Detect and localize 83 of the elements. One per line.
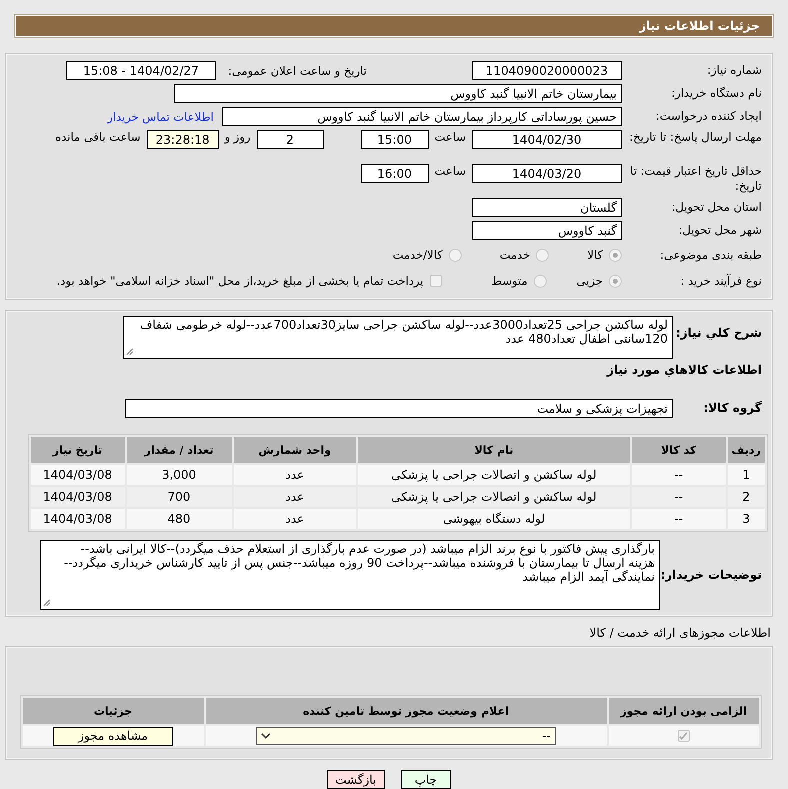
- buyer-contact-link[interactable]: اطلاعات تماس خریدار: [107, 110, 214, 124]
- column-header: کد کالا: [632, 437, 726, 463]
- table-cell: --: [632, 509, 726, 529]
- radio-label: کالا: [587, 248, 603, 262]
- table-cell: 1: [728, 465, 765, 485]
- section-title: اطلاعات کالاهاي مورد نياز: [606, 363, 763, 377]
- chevron-down-icon: [261, 732, 272, 740]
- table-cell: 1404/03/08: [31, 509, 125, 529]
- buyer-org-field: بیمارستان خاتم الانبیا گنبد کاووس: [174, 84, 622, 103]
- table-cell: 1404/03/08: [31, 465, 125, 485]
- radio-button[interactable]: [448, 248, 462, 262]
- table-cell: 480: [126, 509, 232, 529]
- table-cell: لوله ساکشن و اتصالات جراحی یا پزشکی: [358, 487, 630, 507]
- table-cell: عدد: [234, 487, 356, 507]
- days-label: روز و: [224, 130, 251, 144]
- table-cell: 1404/03/08: [31, 487, 125, 507]
- field-label: ایجاد کننده درخواست:: [655, 109, 763, 124]
- column-header: تعداد / مقدار: [126, 437, 232, 463]
- field-label: نام دستگاه خریدار:: [670, 86, 763, 101]
- table-cell: لوله ساکشن و اتصالات جراحی یا پزشکی: [358, 465, 630, 485]
- field-label: توضیحات خریدار:: [660, 568, 763, 583]
- remaining-label: ساعت باقی مانده: [56, 130, 141, 144]
- days-field: 2: [256, 130, 324, 149]
- page-title: جزئیات اطلاعات نیاز: [639, 19, 760, 33]
- field-label: طبقه بندی موضوعی:: [659, 248, 763, 262]
- table-cell: 3: [728, 509, 765, 529]
- checkbox[interactable]: [430, 275, 442, 287]
- radio-button[interactable]: [609, 274, 622, 288]
- view-license-button[interactable]: مشاهده مجوز: [53, 726, 174, 746]
- description-field[interactable]: لوله ساکشن جراحی 25تعداد3000عدد--لوله ساکشن جراحی سایز30تعداد700عدد--لوله خرطومی شفاف 120سانتی اطفال تعداد480 عدد: [123, 316, 673, 359]
- field-label: نوع فرآیند خرید :: [680, 274, 763, 288]
- table-cell: --: [632, 487, 726, 507]
- field-label: شماره نیاز:: [706, 63, 763, 78]
- time-label: ساعت: [434, 130, 466, 144]
- field-label: شرح کلي نياز:: [675, 326, 763, 341]
- table-cell: 2: [728, 487, 765, 507]
- field-label: استان محل تحویل:: [670, 200, 763, 215]
- table-cell: 700: [126, 487, 232, 507]
- deadline-time-field: 15:00: [360, 130, 429, 149]
- field-label: تاریخ و ساعت اعلان عمومی:: [228, 64, 367, 78]
- field-label: شهر محل تحویل:: [678, 223, 763, 238]
- radio-label: خدمت: [500, 248, 530, 262]
- requester-field: حسین پورساداتی کارپرداز بیمارستان خاتم الانبیا گنبد کاووس: [222, 107, 622, 126]
- resize-grip-icon[interactable]: [43, 599, 51, 607]
- radio-button[interactable]: [534, 274, 547, 288]
- column-header: الزامی بودن ارائه مجوز: [608, 698, 759, 724]
- goods-group-field: تجهیزات پزشکی و سلامت: [125, 399, 673, 418]
- radio-label: جزیی: [576, 274, 603, 288]
- field-label: حداقل تاریخ اعتبار قیمت: تا تاریخ:: [629, 164, 763, 194]
- column-header: جزئیات: [23, 698, 204, 724]
- field-label: مهلت ارسال پاسخ: تا تاریخ:: [628, 130, 763, 145]
- city-field: گنبد کاووس: [472, 221, 622, 240]
- time-label: ساعت: [434, 164, 466, 178]
- radio-label: متوسط: [492, 274, 528, 288]
- need-number-field: 1104090020000023: [472, 61, 622, 80]
- column-header: نام کالا: [358, 437, 630, 463]
- resize-grip-icon[interactable]: [126, 348, 134, 356]
- province-field: گلستان: [472, 198, 622, 217]
- print-button[interactable]: چاپ: [401, 770, 451, 789]
- table-cell: --: [632, 465, 726, 485]
- buyer-notes-field[interactable]: بارگذاری پیش فاکتور با نوع برند الزام میباشد (در صورت عدم بارگذاری از استعلام حذف میگردد)--کالا ایرانی باشد--هزینه ارسال تا بیمارستان با فروشنده میباشد--پرداخت 90 روزه میباشد--جنس پس از تایید کارشناس خریداری میگردد--نمایندگی آیمد الزام میباشد: [40, 540, 660, 610]
- radio-label: کالا/خدمت: [392, 248, 443, 262]
- radio-button[interactable]: [536, 248, 550, 262]
- table-cell: عدد: [234, 465, 356, 485]
- table-cell: لوله دستگاه بیهوشی: [358, 509, 630, 529]
- status-select[interactable]: --: [256, 727, 556, 745]
- column-header: ردیف: [728, 437, 765, 463]
- back-button[interactable]: بازگشت: [327, 770, 385, 789]
- deadline-date-field: 1404/02/30: [472, 130, 622, 149]
- checkbox-label: پرداخت تمام یا بخشی از مبلغ خرید،از محل "اسناد خزانه اسلامی" خواهد بود.: [56, 274, 424, 288]
- section-title: اطلاعات مجوزهای ارائه خدمت / کالا: [588, 626, 772, 640]
- announce-date-field: 1404/02/27 - 15:08: [66, 61, 216, 80]
- table-cell: 3,000: [126, 465, 232, 485]
- validity-date-field: 1404/03/20: [472, 164, 622, 183]
- column-header: تاریخ نیاز: [31, 437, 125, 463]
- column-header: واحد شمارش: [234, 437, 356, 463]
- validity-time-field: 16:00: [360, 164, 429, 183]
- checkbox[interactable]: [678, 730, 690, 742]
- field-label: گروه کالا:: [702, 401, 763, 416]
- remaining-time-field: 23:28:18: [146, 130, 219, 149]
- table-cell: عدد: [234, 509, 356, 529]
- radio-button[interactable]: [609, 248, 622, 262]
- column-header: اعلام وضعیت مجوز توسط تامین کننده: [206, 698, 607, 724]
